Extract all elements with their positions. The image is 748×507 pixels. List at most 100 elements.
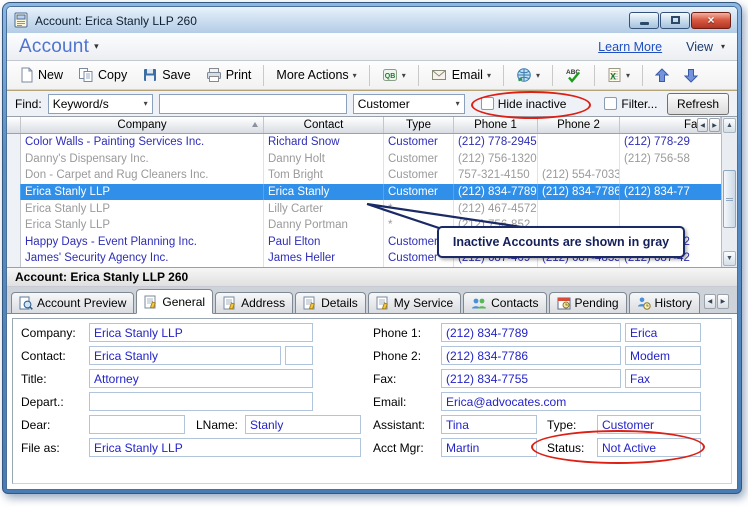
move-up-button[interactable] [648,63,676,87]
tab-strip: Account Preview General Address Details … [7,287,737,314]
toolbar-separator [418,65,419,86]
quickbooks-button[interactable]: QB ▾ [375,63,413,87]
spellcheck-button[interactable]: ABC [558,63,589,87]
title-field[interactable] [89,369,313,388]
tab-account-preview[interactable]: Account Preview [11,292,134,313]
tab-contacts[interactable]: Contacts [463,292,546,313]
edit-page-icon [303,296,317,310]
tab-label: General [162,295,205,309]
tab-general[interactable]: General [136,289,213,314]
new-button[interactable]: New [13,63,70,87]
scroll-columns-right-button[interactable]: ▶ [709,118,720,132]
scroll-up-button[interactable]: ▲ [723,118,736,133]
phone2-field[interactable] [441,346,621,365]
file-as-field[interactable] [89,438,361,457]
assistant-field[interactable] [441,415,537,434]
filter-checkbox[interactable] [604,97,617,110]
move-down-button[interactable] [677,63,705,87]
scroll-tabs-left-button[interactable]: ◀ [704,294,716,309]
type-field[interactable] [597,415,701,434]
email-label: Email: [373,395,406,409]
export-excel-button[interactable]: X ▾ [600,63,637,87]
column-header-phone1[interactable]: Phone 1 [454,117,538,133]
hide-inactive-checkbox-group[interactable]: Hide inactive [481,97,567,111]
acct-mgr-label: Acct Mgr: [373,441,424,455]
table-row[interactable]: Erica Stanly LLP Lilly Carter * (212) 46… [7,200,737,217]
tab-details[interactable]: Details [295,292,366,313]
tab-pending[interactable]: Pending [549,292,627,313]
tab-label: My Service [394,296,453,310]
web-button[interactable]: ▾ [509,63,547,87]
lname-field[interactable] [245,415,361,434]
refresh-button[interactable]: Refresh [667,93,729,115]
depart-field[interactable] [89,392,313,411]
save-button-label: Save [162,68,191,82]
search-input[interactable] [159,94,347,114]
company-field[interactable] [89,323,313,342]
status-field[interactable] [597,438,701,457]
print-icon [206,67,222,83]
column-header-type[interactable]: Type [384,117,454,133]
tab-my-service[interactable]: My Service [368,292,461,313]
scroll-tabs-right-button[interactable]: ▶ [717,294,729,309]
fax-field[interactable] [441,369,621,388]
new-button-label: New [38,68,63,82]
toolbar-separator [503,65,504,86]
learn-more-link[interactable]: Learn More [598,40,662,54]
people-icon [471,297,487,310]
fax-tag-field[interactable] [625,369,701,388]
dear-field[interactable] [89,415,185,434]
phone2-tag-field[interactable] [625,346,701,365]
maximize-button[interactable] [660,12,690,29]
scroll-columns-left-button[interactable]: ◀ [697,118,708,132]
column-header-phone2[interactable]: Phone 2 [538,117,620,133]
form-area: Company: Contact: Title: Depart.: Dear: … [12,318,732,484]
contact-field[interactable] [89,346,281,365]
chevron-down-icon: ▾ [353,71,357,80]
find-field-combo[interactable]: Keyword/s ▾ [48,94,153,114]
table-row[interactable]: Don - Carpet and Rug Cleaners Inc. Tom B… [7,167,737,184]
app-icon [13,12,29,28]
phone1-tag-field[interactable] [625,323,701,342]
tab-history[interactable]: History [629,292,700,313]
email-icon [431,68,448,82]
email-button[interactable]: Email ▾ [424,63,498,87]
app-header: Account ▾ Learn More View ▾ [7,33,737,61]
table-row-selected[interactable]: Erica Stanly LLP Erica Stanly Customer (… [7,184,737,201]
print-button[interactable]: Print [199,63,259,87]
email-field[interactable] [441,392,701,411]
contact-extra-field[interactable] [285,346,313,365]
table-row[interactable]: Danny's Dispensary Inc. Danny Holt Custo… [7,151,737,168]
table-row[interactable]: Color Walls - Painting Services Inc. Ric… [7,134,737,151]
scrollbar-track[interactable] [722,134,737,250]
scrollbar-thumb[interactable] [723,170,736,228]
title-bar[interactable]: Account: Erica Stanly LLP 260 × [7,7,737,33]
phone1-label: Phone 1: [373,326,421,340]
copy-button[interactable]: Copy [71,63,134,87]
phone1-field[interactable] [441,323,621,342]
view-menu[interactable]: View ▾ [686,40,725,54]
fax-label: Fax: [373,372,396,386]
edit-page-icon [376,296,390,310]
chevron-down-icon: ▾ [402,71,406,80]
column-header-contact[interactable]: Contact [264,117,384,133]
view-menu-label: View [686,40,713,54]
hide-inactive-checkbox[interactable] [481,97,494,110]
close-button[interactable]: × [691,12,731,29]
spellcheck-icon: ABC [565,67,582,83]
filter-checkbox-group[interactable]: Filter... [604,97,657,111]
toolbar-separator [263,65,264,86]
save-icon [142,67,158,83]
chevron-down-icon[interactable]: ▾ [94,41,99,52]
more-actions-button[interactable]: More Actions ▾ [269,63,363,87]
vertical-scrollbar[interactable]: ▲ ▼ [721,117,737,267]
scroll-down-button[interactable]: ▼ [723,251,736,266]
find-bar: Find: Keyword/s ▾ Customer ▾ Hide inacti… [7,90,737,117]
page-title[interactable]: Account [19,36,89,58]
tab-address[interactable]: Address [215,292,293,313]
acct-mgr-field[interactable] [441,438,537,457]
minimize-button[interactable] [629,12,659,29]
save-button[interactable]: Save [135,63,198,87]
type-filter-combo[interactable]: Customer ▾ [353,94,465,114]
column-header-company[interactable]: Company [21,117,264,133]
